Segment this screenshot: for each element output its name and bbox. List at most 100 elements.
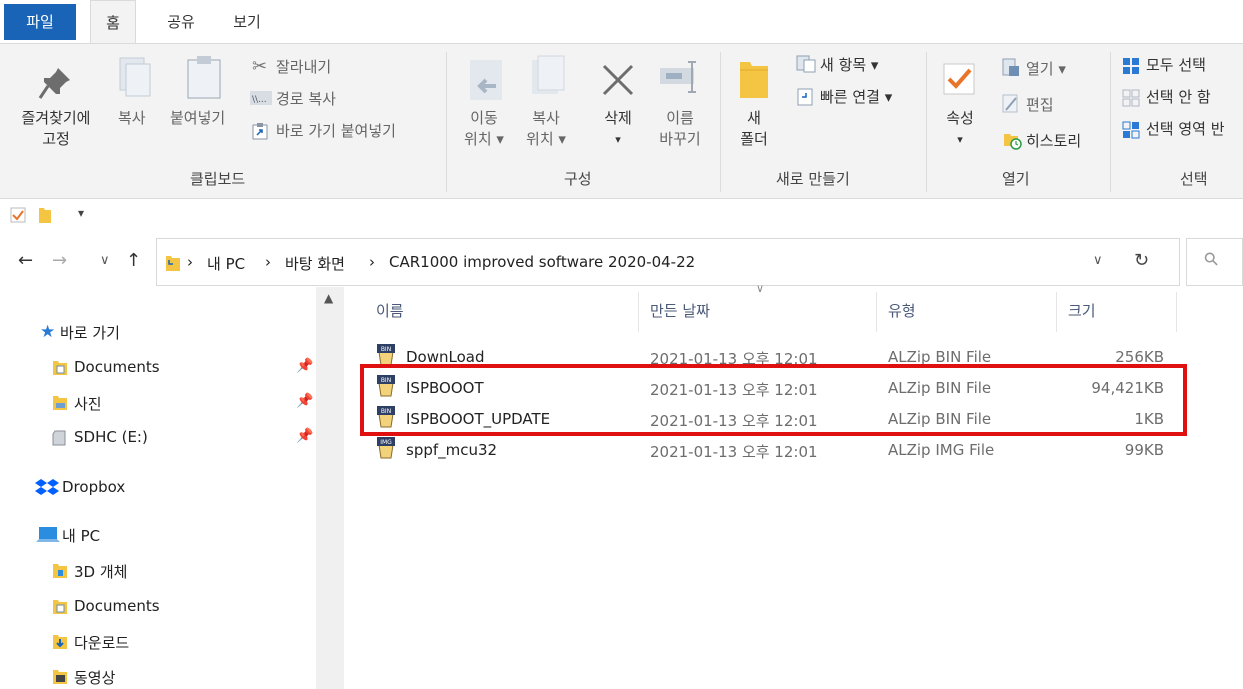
customize-qat-dropdown[interactable]: ▾ bbox=[78, 206, 84, 220]
properties-dropdown-arrow: ▾ bbox=[957, 133, 963, 146]
select-all-icon bbox=[1123, 58, 1139, 74]
group-label-clipboard: 클립보드 bbox=[190, 170, 246, 188]
nav-dropbox[interactable]: Dropbox bbox=[62, 478, 125, 496]
breadcrumb-separator[interactable]: › bbox=[369, 253, 375, 271]
group-separator bbox=[1110, 52, 1111, 192]
invert-selection-button[interactable]: 선택 영역 반 bbox=[1146, 119, 1243, 140]
pin-label-2: 고정 bbox=[42, 130, 70, 148]
open-button[interactable]: 열기 ▾ bbox=[1026, 59, 1066, 80]
column-divider[interactable] bbox=[638, 292, 639, 332]
new-folder-qat-icon[interactable] bbox=[38, 206, 52, 224]
properties-icon bbox=[943, 63, 975, 95]
properties-button[interactable]: 속성 ▾ bbox=[938, 108, 982, 150]
3d-objects-icon bbox=[53, 564, 67, 578]
paste-shortcut-button[interactable]: 바로 가기 붙여넣기 bbox=[276, 121, 396, 142]
nav-3d-objects[interactable]: 3D 개체 bbox=[74, 561, 127, 582]
delete-icon bbox=[602, 64, 634, 96]
back-button[interactable]: ← bbox=[18, 250, 33, 271]
svg-text:IMG: IMG bbox=[380, 439, 392, 446]
tab-file[interactable]: 파일 bbox=[4, 4, 76, 40]
copy-path-button[interactable]: 경로 복사 bbox=[276, 89, 336, 110]
breadcrumb-separator[interactable]: › bbox=[265, 253, 271, 271]
pin-icon[interactable]: 📌 bbox=[296, 393, 313, 409]
pin-to-quick-access-button[interactable]: 즐겨찾기에 고정 bbox=[8, 108, 104, 150]
copyto-label-1: 복사 bbox=[532, 109, 560, 127]
new-folder-button[interactable]: 새 폴더 bbox=[730, 108, 778, 150]
breadcrumb-separator[interactable]: › bbox=[187, 253, 193, 271]
dropbox-icon bbox=[35, 479, 59, 495]
breadcrumb-this-pc[interactable]: 내 PC bbox=[207, 253, 245, 274]
scroll-up-arrow-icon[interactable]: ▲ bbox=[324, 291, 333, 305]
file-date: 2021-01-13 오후 12:01 bbox=[650, 443, 818, 461]
file-name: sppf_mcu32 bbox=[406, 441, 498, 459]
search-icon: ⚲ bbox=[1199, 247, 1224, 272]
column-header-size[interactable]: 크기 bbox=[1068, 300, 1096, 321]
group-label-open: 열기 bbox=[1002, 170, 1030, 188]
copyto-label-2: 위치 ▾ bbox=[526, 130, 566, 148]
pin-icon[interactable]: 📌 bbox=[296, 358, 313, 374]
move-to-button[interactable]: 이동 위치 ▾ bbox=[454, 108, 514, 150]
column-divider[interactable] bbox=[1176, 292, 1177, 332]
nav-this-pc[interactable]: 내 PC bbox=[62, 525, 100, 546]
pictures-icon bbox=[53, 396, 67, 410]
nav-downloads[interactable]: 다운로드 bbox=[74, 632, 129, 653]
select-none-button[interactable]: 선택 안 함 bbox=[1146, 87, 1211, 108]
new-item-button[interactable]: 새 항목 ▾ bbox=[820, 55, 878, 76]
new-folder-label-2: 폴더 bbox=[740, 130, 768, 148]
copy-to-button[interactable]: 복사 위치 ▾ bbox=[516, 108, 576, 150]
nav-quick-access[interactable]: 바로 가기 bbox=[60, 322, 120, 343]
nav-documents[interactable]: Documents bbox=[74, 358, 160, 376]
address-bar[interactable]: › 내 PC › 바탕 화면 › CAR1000 improved softwa… bbox=[156, 238, 1180, 286]
column-divider[interactable] bbox=[1056, 292, 1057, 332]
documents-icon bbox=[53, 600, 67, 614]
star-icon: ★ bbox=[40, 322, 56, 342]
column-header-type[interactable]: 유형 bbox=[888, 300, 916, 321]
nav-documents-pc[interactable]: Documents bbox=[74, 597, 160, 615]
move-label-1: 이동 bbox=[470, 109, 498, 127]
breadcrumb-current-folder[interactable]: CAR1000 improved software 2020-04-22 bbox=[389, 253, 695, 271]
svg-text:\\...: \\... bbox=[252, 95, 267, 105]
copy-icon bbox=[119, 57, 151, 97]
nav-pictures[interactable]: 사진 bbox=[74, 393, 102, 414]
tab-share[interactable]: 공유 bbox=[158, 0, 204, 44]
easy-access-icon bbox=[797, 88, 813, 106]
breadcrumb-desktop[interactable]: 바탕 화면 bbox=[285, 253, 345, 274]
documents-icon bbox=[53, 361, 67, 375]
tab-view[interactable]: 보기 bbox=[224, 0, 270, 44]
forward-button[interactable]: → bbox=[52, 250, 67, 271]
refresh-button[interactable]: ↻ bbox=[1134, 250, 1149, 271]
rename-icon bbox=[660, 61, 696, 93]
nav-scrollbar[interactable]: ▲ bbox=[316, 287, 344, 689]
paste-button[interactable]: 붙여넣기 bbox=[170, 108, 225, 129]
new-item-icon bbox=[796, 55, 816, 73]
cut-button[interactable]: 잘라내기 bbox=[276, 57, 331, 78]
tab-home[interactable]: 홈 bbox=[90, 0, 136, 44]
history-button[interactable]: 히스토리 bbox=[1026, 131, 1081, 152]
nav-videos[interactable]: 동영상 bbox=[74, 667, 115, 688]
recent-locations-button[interactable]: ∨ bbox=[100, 253, 110, 268]
rename-button[interactable]: 이름 바꾸기 bbox=[650, 108, 710, 150]
file-row[interactable]: IMG sppf_mcu32 2021-01-13 오후 12:01 ALZip… bbox=[372, 435, 1172, 465]
edit-button[interactable]: 편집 bbox=[1026, 95, 1054, 116]
delete-dropdown-arrow: ▾ bbox=[615, 133, 621, 146]
pin-icon[interactable]: 📌 bbox=[296, 428, 313, 444]
column-divider[interactable] bbox=[876, 292, 877, 332]
group-separator bbox=[720, 52, 721, 192]
easy-access-button[interactable]: 빠른 연결 ▾ bbox=[820, 87, 892, 108]
search-input[interactable]: ⚲ bbox=[1186, 238, 1243, 286]
up-button[interactable]: ↑ bbox=[126, 250, 141, 271]
edit-icon bbox=[1002, 94, 1018, 113]
copy-to-icon bbox=[532, 55, 565, 94]
nav-sdhc-drive[interactable]: SDHC (E:) bbox=[74, 428, 148, 446]
copy-button[interactable]: 복사 bbox=[118, 108, 146, 129]
select-all-button[interactable]: 모두 선택 bbox=[1146, 55, 1206, 76]
copy-path-icon: \\... bbox=[250, 91, 272, 105]
delete-button[interactable]: 삭제 ▾ bbox=[594, 108, 642, 150]
sd-card-icon bbox=[52, 430, 66, 446]
paste-icon bbox=[187, 56, 221, 99]
column-header-date[interactable]: 만든 날짜 bbox=[650, 300, 710, 321]
column-header-name[interactable]: 이름 bbox=[376, 300, 404, 321]
properties-check-icon[interactable] bbox=[10, 207, 26, 223]
address-dropdown-button[interactable]: ∨ bbox=[1093, 253, 1103, 268]
open-icon bbox=[1002, 58, 1019, 76]
